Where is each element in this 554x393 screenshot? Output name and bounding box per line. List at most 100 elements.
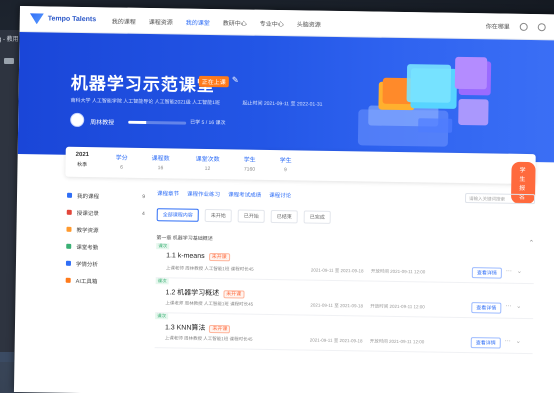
course-content: 课程章节 课程作业练习 课程考试成绩 课程讨论 请输入关键词搜索 全部课程内容未… xyxy=(154,186,536,355)
course-title: 机器学习示范课堂 xyxy=(70,73,215,96)
nav-item[interactable]: 我的课程 xyxy=(112,16,136,25)
lesson-period: 2021-09-11 至 2021-09-18 xyxy=(309,337,363,344)
filter-chip[interactable]: 未开始 xyxy=(204,208,232,223)
filter-chip[interactable]: 已结束 xyxy=(270,209,298,224)
stat-value: 6 xyxy=(120,164,123,171)
filter-chip[interactable]: 全部课程内容 xyxy=(156,208,199,222)
nav-right: 你在哪里 xyxy=(486,21,546,31)
user-link[interactable]: 你在哪里 xyxy=(486,21,510,30)
section-title: 第一章 机器学习基础概述 xyxy=(156,234,213,242)
sidebar-item-label: 学情分析 xyxy=(75,261,99,268)
progress-text: 已学 5 / 16 课次 xyxy=(190,119,226,127)
sidebar-item-icon xyxy=(66,226,72,232)
filter-chip[interactable]: 已完成 xyxy=(303,210,331,224)
settings-icon[interactable] xyxy=(519,22,528,31)
sidebar-item-label: AI工具箱 xyxy=(75,278,98,285)
stat-item: 课堂次数 12 xyxy=(195,154,220,173)
lesson-name[interactable]: 1.2 机器学习概述 未开课 xyxy=(165,287,245,299)
course-hero: 机器学习示范课堂 正在上课 ✎ 南科大学 人工智能学院 人工智能导论 人工智能2… xyxy=(17,31,554,163)
status-badge: 正在上课 xyxy=(198,75,229,88)
chevron-up-icon[interactable]: ⌃ xyxy=(528,239,534,247)
stat-item: 课程数 16 xyxy=(151,153,170,172)
lesson-type-badge: 课次 xyxy=(155,278,169,285)
teacher-name: 周林教授 xyxy=(90,120,115,127)
lesson-info: 上课老师 周林教授 人工智能1班 课程时长45 xyxy=(164,335,253,342)
stat-value: 16 xyxy=(157,165,164,172)
sidebar-item-icon xyxy=(66,192,73,198)
stat-value: 12 xyxy=(204,165,211,173)
stat-value: 9 xyxy=(284,167,287,174)
sidebar-item[interactable]: 我的课程 9 xyxy=(66,187,146,205)
lesson-row[interactable]: 课次 1.2 机器学习概述 未开课 上课老师 周林教授 人工智能1班 课程时长45 20… xyxy=(155,278,534,320)
sidebar-item-count: 4 xyxy=(141,210,145,217)
sidebar-item-icon xyxy=(65,277,71,283)
lesson-detail-button[interactable]: 查看详情 xyxy=(471,302,502,314)
lesson-detail-button[interactable]: 查看详情 xyxy=(471,267,502,279)
sidebar-item-label: 教学资源 xyxy=(76,227,99,234)
stats-card: 2021 秋季 学分 6 课程数 16 课堂次数 12 学生 7160 学生 9 xyxy=(65,146,536,205)
sidebar-item[interactable]: 教学资源 xyxy=(66,221,144,239)
more-icon[interactable]: ⋯ xyxy=(505,303,511,310)
chevron-down-icon[interactable]: ⌄ xyxy=(516,338,521,345)
nav-item[interactable]: 头脑资源 xyxy=(297,19,321,28)
tab-discussion[interactable]: 课程讨论 xyxy=(269,191,291,199)
lesson-period: 2021-09-11 至 2021-09-18 xyxy=(310,267,364,274)
background-window-scroll[interactable] xyxy=(4,58,14,64)
stat-year: 2021 秋季 xyxy=(75,152,89,168)
nav-item[interactable]: 专业中心 xyxy=(260,19,284,28)
lesson-status-badge: 未开课 xyxy=(208,252,230,262)
lesson-open-time: 开放时间 2021-09-11 12:00 xyxy=(370,268,426,275)
nav-item[interactable]: 课程资源 xyxy=(149,17,173,26)
lesson-row[interactable]: 课次 1.3 KNN算法 未开课 上课老师 周林教授 人工智能1班 课程时长45 202… xyxy=(154,313,534,355)
lesson-open-time: 开放时间 2021-09-11 12:00 xyxy=(370,303,425,310)
search-input[interactable]: 请输入关键词搜索 xyxy=(464,193,536,205)
stat-year-label: 2021 xyxy=(75,151,90,159)
sidebar-item[interactable]: 课堂考勤 xyxy=(66,238,144,256)
stat-item: 学生 7160 xyxy=(243,155,256,173)
lesson-status-badge: 未开课 xyxy=(209,325,231,334)
sidebar-item[interactable]: 学情分析 xyxy=(65,255,144,273)
stat-value: 7160 xyxy=(243,166,256,173)
tab-homework[interactable]: 课程作业练习 xyxy=(187,190,220,199)
lesson-info: 上课老师 周林教授 人工智能1班 课程时长45 xyxy=(165,300,254,307)
chevron-down-icon[interactable]: ⌄ xyxy=(517,268,522,275)
stat-label: 学生 xyxy=(243,157,256,164)
sidebar: 我的课程 9 授课记录 4 教学资源课堂考勤学情分析 AI工具箱 xyxy=(65,187,146,290)
more-icon[interactable]: ⋯ xyxy=(506,268,512,275)
nav-item-active[interactable]: 我的课堂 xyxy=(186,18,210,27)
teacher-avatar xyxy=(70,112,85,128)
chevron-down-icon[interactable]: ⌄ xyxy=(516,303,521,310)
lesson-detail-button[interactable]: 查看详情 xyxy=(470,337,501,349)
content-tabs: 课程章节 课程作业练习 课程考试成绩 课程讨论 请输入关键词搜索 xyxy=(157,186,536,206)
more-icon[interactable]: ⋯ xyxy=(505,338,511,345)
progress-fill xyxy=(128,120,147,124)
logo-text: Tempo Talents xyxy=(47,15,97,24)
sidebar-item-count: 9 xyxy=(142,193,146,200)
chat-bubbles-illustration xyxy=(357,56,492,147)
sidebar-item-label: 我的课程 xyxy=(76,193,100,200)
filter-chip[interactable]: 已开始 xyxy=(237,209,265,223)
stat-item: 学分 6 xyxy=(115,153,128,171)
sidebar-item-label: 课堂考勤 xyxy=(76,244,99,251)
lesson-name[interactable]: 1.3 KNN算法 未开课 xyxy=(165,322,231,334)
lesson-info: 上课老师 周林教授 人工智能1班 课程时长45 xyxy=(165,265,254,272)
nav-menu: 我的课程 课程资源 我的课堂 教研中心 专业中心 头脑资源 xyxy=(112,16,321,28)
nav-item[interactable]: 教研中心 xyxy=(223,18,247,27)
edit-icon[interactable]: ✎ xyxy=(232,75,239,84)
tab-exams[interactable]: 课程考试成绩 xyxy=(228,190,261,199)
lesson-period: 2021-09-11 至 2021-09-18 xyxy=(310,302,364,309)
stat-label: 学分 xyxy=(115,155,128,162)
progress-bar xyxy=(128,120,187,125)
sidebar-item[interactable]: AI工具箱 xyxy=(65,272,144,290)
tab-chapters[interactable]: 课程章节 xyxy=(157,189,179,197)
photo-stage: g - 教用 Tempo Talents 我的课程 课程资源 我的课堂 教研中心… xyxy=(0,0,554,393)
sidebar-item[interactable]: 授课记录 4 xyxy=(66,204,145,222)
lesson-type-badge: 课次 xyxy=(156,243,170,250)
logo[interactable]: Tempo Talents xyxy=(30,13,97,25)
avatar-icon[interactable] xyxy=(537,22,546,31)
stat-item: 学生 9 xyxy=(279,155,292,174)
stat-label: 课堂次数 xyxy=(195,156,220,164)
taskbar-button[interactable] xyxy=(0,352,14,362)
lesson-row[interactable]: 课次 1.1 k-means 未开课上课老师 周林教授 人工智能1班 课程时长45 2… xyxy=(155,243,535,285)
lesson-name[interactable]: 1.1 k-means 未开课 xyxy=(166,252,230,262)
